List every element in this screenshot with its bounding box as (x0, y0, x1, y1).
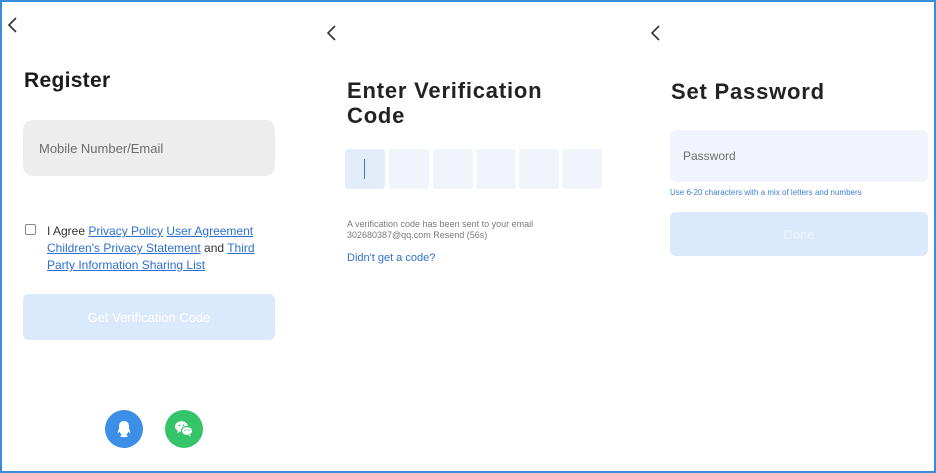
register-title: Register (24, 69, 111, 92)
code-digit-box[interactable] (433, 149, 473, 189)
text-cursor (364, 159, 365, 179)
privacy-policy-link[interactable]: Privacy Policy (88, 224, 163, 238)
qq-icon[interactable] (105, 410, 143, 448)
verification-info-line: A verification code has been sent to you… (347, 219, 534, 229)
back-icon[interactable] (325, 24, 339, 42)
done-button[interactable]: Done (670, 212, 928, 256)
code-digit-box[interactable] (519, 149, 559, 189)
childrens-privacy-link[interactable]: Children's Privacy Statement (47, 241, 201, 255)
verification-info-line: 302680387@qq.com Resend (56s) (347, 230, 488, 240)
and-text: and (204, 241, 225, 255)
back-icon[interactable] (649, 24, 663, 42)
didnt-get-code-link[interactable]: Didn't get a code? (347, 252, 435, 264)
code-digit-box[interactable] (345, 149, 385, 189)
agreement-text: I Agree Privacy Policy User Agreement Ch… (47, 223, 269, 274)
code-digit-box[interactable] (389, 149, 429, 189)
get-verification-code-button[interactable]: Get Verification Code (23, 294, 275, 340)
back-icon[interactable] (6, 16, 20, 34)
password-hint: Use 6-20 characters with a mix of letter… (670, 188, 862, 197)
set-password-title: Set Password (671, 79, 825, 104)
user-agreement-link[interactable]: User Agreement (166, 224, 253, 238)
code-digit-box[interactable] (476, 149, 516, 189)
verification-info: A verification code has been sent to you… (347, 219, 597, 241)
mobile-email-input[interactable] (23, 120, 275, 176)
code-digit-box[interactable] (562, 149, 602, 189)
wechat-icon[interactable] (165, 410, 203, 448)
verification-title: Enter Verification Code (347, 78, 543, 128)
agree-prefix: I Agree (47, 224, 86, 238)
agree-checkbox[interactable] (25, 224, 36, 235)
password-input[interactable] (670, 130, 928, 182)
